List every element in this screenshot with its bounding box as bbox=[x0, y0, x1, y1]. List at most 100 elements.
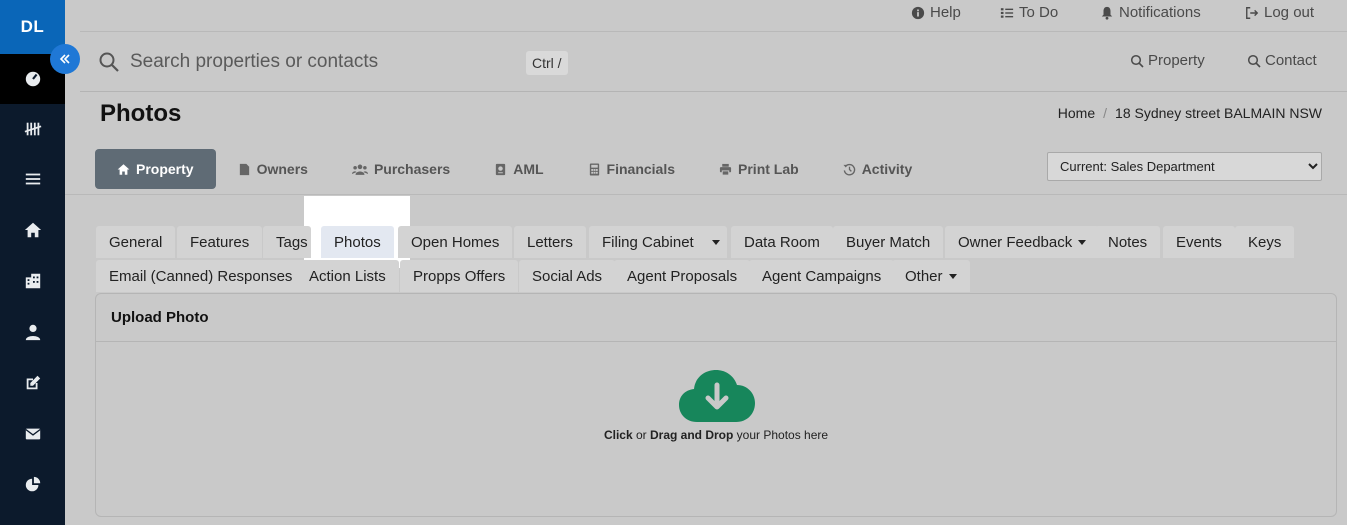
tab-property[interactable]: Property bbox=[95, 149, 216, 189]
subtab-buyer-match[interactable]: Buyer Match bbox=[833, 226, 944, 258]
history-icon bbox=[843, 163, 855, 176]
subtab-events[interactable]: Events bbox=[1163, 226, 1235, 258]
cloud-download-icon bbox=[679, 370, 755, 422]
utility-bar: Help To Do Notifications Log out bbox=[80, 0, 1347, 32]
tally-icon bbox=[24, 122, 41, 136]
notifications-label: Notifications bbox=[1119, 4, 1201, 21]
department-select[interactable]: Current: Sales Department bbox=[1047, 152, 1322, 181]
breadcrumb-home[interactable]: Home bbox=[1058, 105, 1095, 121]
subtab-tags[interactable]: Tags bbox=[263, 226, 311, 258]
nav-buildings[interactable] bbox=[0, 256, 65, 306]
chevrons-left-icon bbox=[59, 54, 70, 64]
search-property-label: Property bbox=[1148, 52, 1205, 69]
subtab-action-lists[interactable]: Action Lists bbox=[296, 260, 399, 292]
tab-aml[interactable]: AML bbox=[472, 149, 565, 189]
logout-label: Log out bbox=[1264, 4, 1315, 21]
subtab-email-canned-responses[interactable]: Email (Canned) Responses bbox=[96, 260, 306, 292]
dropzone-drag: Drag and Drop bbox=[649, 428, 734, 442]
tabs-divider bbox=[65, 194, 1347, 195]
tab-label: Financials bbox=[606, 161, 676, 177]
keyboard-shortcut-badge: Ctrl / bbox=[526, 51, 568, 75]
subtab-agent-proposals[interactable]: Agent Proposals bbox=[614, 260, 751, 292]
caret-down-icon bbox=[1078, 239, 1087, 245]
envelope-icon bbox=[24, 428, 41, 440]
info-icon bbox=[911, 6, 925, 19]
todo-link[interactable]: To Do bbox=[1000, 4, 1058, 21]
home-icon bbox=[24, 222, 41, 238]
subtab-other[interactable]: Other bbox=[892, 260, 970, 292]
sidebar: DL bbox=[0, 0, 65, 525]
subtab-filing-cabinet[interactable]: Filing Cabinet bbox=[589, 226, 727, 258]
main-tabs: Property Owners Purchasers AML Financial… bbox=[95, 149, 934, 189]
tab-label: Owners bbox=[256, 161, 308, 177]
logout-link[interactable]: Log out bbox=[1245, 4, 1314, 21]
tab-label: Purchasers bbox=[373, 161, 451, 177]
nav-reports[interactable] bbox=[0, 460, 65, 510]
breadcrumb-current: 18 Sydney street BALMAIN NSW bbox=[1115, 105, 1322, 121]
subtab-open-homes[interactable]: Open Homes bbox=[398, 226, 513, 258]
breadcrumb-separator: / bbox=[1103, 105, 1108, 121]
tab-label: AML bbox=[513, 161, 544, 177]
subtab-photos[interactable]: Photos bbox=[321, 226, 394, 258]
subtab-propps-offers[interactable]: Propps Offers bbox=[400, 260, 519, 292]
tab-activity[interactable]: Activity bbox=[821, 149, 935, 189]
subtab-letters[interactable]: Letters bbox=[514, 226, 586, 258]
checklist-icon bbox=[1000, 7, 1014, 18]
breadcrumb: Home / 18 Sydney street BALMAIN NSW bbox=[1058, 105, 1322, 121]
todo-label: To Do bbox=[1019, 4, 1059, 21]
tab-owners[interactable]: Owners bbox=[216, 149, 330, 189]
help-link[interactable]: Help bbox=[911, 4, 961, 21]
search-contact-button[interactable]: Contact bbox=[1247, 52, 1317, 69]
logout-icon bbox=[1246, 6, 1259, 19]
search-icon bbox=[1247, 54, 1261, 68]
passport-icon bbox=[496, 163, 506, 175]
users-icon bbox=[351, 164, 368, 175]
page-title: Photos bbox=[100, 100, 182, 127]
nav-home[interactable] bbox=[0, 205, 65, 255]
subtab-notes[interactable]: Notes bbox=[1095, 226, 1161, 258]
dropzone-instructions: Click or Drag and Drop your Photos here bbox=[96, 428, 1336, 442]
search-icon bbox=[99, 52, 119, 72]
caret-down-icon bbox=[948, 273, 957, 279]
nav-tally[interactable] bbox=[0, 104, 65, 154]
subtab-filing-cabinet-label: Filing Cabinet bbox=[602, 233, 694, 251]
help-label: Help bbox=[930, 4, 961, 21]
search-input[interactable] bbox=[130, 47, 510, 77]
search-bar: Ctrl / Property Contact bbox=[80, 32, 1347, 92]
nav-list[interactable] bbox=[0, 154, 65, 204]
subtab-features[interactable]: Features bbox=[177, 226, 263, 258]
dropzone-click: Click bbox=[603, 428, 633, 442]
edit-icon bbox=[26, 375, 40, 390]
collapse-sidebar-button[interactable] bbox=[50, 44, 80, 74]
subtab-social-ads[interactable]: Social Ads bbox=[519, 260, 616, 292]
list-icon bbox=[25, 173, 40, 185]
nav-contacts[interactable] bbox=[0, 307, 65, 357]
subtab-owner-feedback[interactable]: Owner Feedback bbox=[945, 226, 1100, 258]
subtab-owner-feedback-label: Owner Feedback bbox=[958, 233, 1073, 251]
home-icon bbox=[117, 163, 130, 175]
search-icon bbox=[1130, 54, 1144, 68]
subtab-data-room[interactable]: Data Room bbox=[731, 226, 833, 258]
building-icon bbox=[25, 273, 40, 289]
tab-purchasers[interactable]: Purchasers bbox=[330, 149, 472, 189]
tab-financials[interactable]: Financials bbox=[566, 149, 697, 189]
tab-label: Print Lab bbox=[738, 161, 799, 177]
notifications-link[interactable]: Notifications bbox=[1100, 4, 1201, 21]
calculator-icon bbox=[589, 162, 599, 176]
search-property-button[interactable]: Property bbox=[1130, 52, 1205, 69]
caret-down-icon[interactable] bbox=[711, 239, 720, 245]
nav-mail[interactable] bbox=[0, 409, 65, 459]
subtab-agent-campaigns[interactable]: Agent Campaigns bbox=[749, 260, 895, 292]
search-contact-label: Contact bbox=[1265, 52, 1317, 69]
pie-chart-icon bbox=[25, 476, 40, 492]
subtab-other-label: Other bbox=[905, 267, 943, 285]
nav-edit[interactable] bbox=[0, 358, 65, 408]
subtab-general[interactable]: General bbox=[96, 226, 176, 258]
bell-icon bbox=[1101, 6, 1113, 20]
file-icon bbox=[239, 163, 249, 175]
tab-print-lab[interactable]: Print Lab bbox=[697, 149, 821, 189]
subtab-keys[interactable]: Keys bbox=[1235, 226, 1295, 258]
user-icon bbox=[25, 324, 40, 341]
tab-label: Activity bbox=[861, 161, 913, 177]
photo-dropzone[interactable]: Click or Drag and Drop your Photos here bbox=[96, 342, 1336, 516]
